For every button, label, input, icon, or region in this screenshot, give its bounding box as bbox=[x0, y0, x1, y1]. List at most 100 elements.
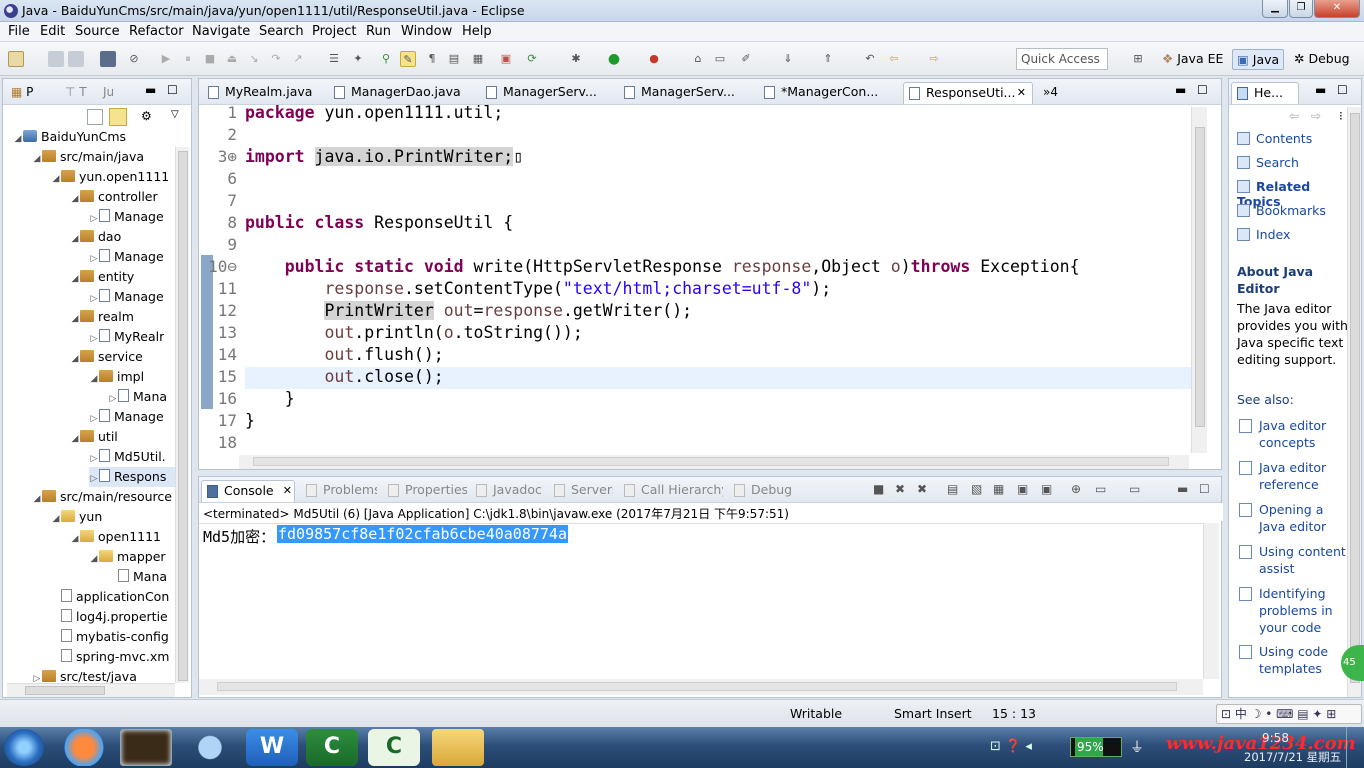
open-console-icon[interactable]: ▭ bbox=[1129, 482, 1140, 496]
code-line[interactable]: import java.io.PrintWriter;▯ bbox=[245, 147, 523, 166]
explorer-scrollbar[interactable] bbox=[175, 147, 189, 683]
code-line[interactable]: public class ResponseUtil { bbox=[245, 213, 513, 232]
bottom-tab[interactable]: Javadoc bbox=[471, 480, 543, 502]
help-nav-item[interactable]: Index bbox=[1237, 227, 1290, 245]
tree-expander-icon[interactable]: ▷ bbox=[89, 409, 99, 427]
help-link[interactable]: Identifying problems in your code bbox=[1259, 585, 1349, 636]
ime-toolbar[interactable]: ⊡ 中 ☽ • ⌨ ▤ ✦ ⊞ bbox=[1216, 704, 1362, 724]
pin-console-icon[interactable]: ⊕ bbox=[1071, 482, 1081, 496]
tree-expander-icon[interactable]: ◢ bbox=[13, 129, 23, 147]
skip-breakpoints-icon[interactable]: ⊘ bbox=[126, 51, 142, 67]
tree-expander-icon[interactable]: ▷ bbox=[89, 209, 99, 227]
suspend-icon[interactable]: ⏸ bbox=[180, 51, 196, 67]
tree-item[interactable]: ◢ open1111 bbox=[70, 527, 161, 547]
back-icon[interactable]: ⇦ bbox=[886, 51, 902, 67]
tree-item[interactable]: ◢ dao bbox=[70, 227, 122, 247]
battery-indicator[interactable]: 95% bbox=[1070, 737, 1122, 757]
quick-access-input[interactable]: Quick Access bbox=[1016, 48, 1108, 70]
code-line[interactable]: public static void write(HttpServletResp… bbox=[245, 257, 1080, 276]
console-output[interactable]: Md5加密： fd09857cf8e1f02cfab6cbe40a08774a bbox=[199, 523, 1203, 679]
perspective-java-ee[interactable]: ❖ Java EE bbox=[1158, 49, 1227, 70]
tree-item[interactable]: ◢ mapper bbox=[89, 547, 166, 567]
tree-item[interactable]: ◢ src/main/resource bbox=[32, 487, 172, 507]
toggle-mark-icon[interactable]: ☰ bbox=[326, 51, 342, 67]
minimize-button[interactable]: ▁ bbox=[1262, 0, 1288, 18]
new-icon[interactable] bbox=[8, 51, 24, 67]
refresh-icon[interactable]: ⟳ bbox=[524, 51, 540, 67]
disconnect-icon[interactable]: ⏏ bbox=[224, 51, 240, 67]
perspective-debug[interactable]: ✲ Debug bbox=[1290, 49, 1354, 70]
code-line[interactable]: } bbox=[245, 411, 255, 430]
step-return-icon[interactable]: ↗ bbox=[290, 51, 306, 67]
editor-tab[interactable]: ManagerDao.java bbox=[329, 82, 475, 104]
tree-expander-icon[interactable]: ◢ bbox=[51, 169, 61, 187]
show-whitespace-icon[interactable]: ▤ bbox=[446, 51, 462, 67]
eclipse-taskbar-icon[interactable] bbox=[120, 729, 172, 766]
tray-icons[interactable]: ⊡ ❓ ◂ bbox=[990, 739, 1032, 754]
code-line[interactable]: } bbox=[245, 389, 295, 408]
show-on-output-icon[interactable]: ▣ bbox=[1017, 482, 1028, 496]
open-folder-icon[interactable]: ▭ bbox=[712, 51, 728, 67]
tree-expander-icon[interactable]: ◢ bbox=[70, 309, 80, 327]
maximize-console-icon[interactable]: ☐ bbox=[1199, 482, 1210, 496]
tree-item[interactable]: ◢ entity bbox=[70, 267, 135, 287]
close-tab-icon[interactable]: ✕ bbox=[1017, 83, 1026, 103]
link-editor-icon[interactable] bbox=[109, 108, 127, 126]
tree-item[interactable]: ▷ Manage bbox=[89, 287, 164, 307]
collapse-all-icon[interactable] bbox=[87, 109, 103, 125]
editor-tabs-overflow[interactable]: »4 bbox=[1043, 85, 1058, 99]
tree-expander-icon[interactable]: ▷ bbox=[32, 669, 42, 683]
tree-item[interactable]: ◢ yun bbox=[51, 507, 103, 527]
tree-expander-icon[interactable]: ◢ bbox=[70, 529, 80, 547]
open-perspective-icon[interactable]: ⊞ bbox=[1130, 51, 1146, 67]
tree-item[interactable]: ◢ realm bbox=[70, 307, 134, 327]
console-hscrollbar[interactable] bbox=[199, 679, 1203, 695]
tree-item[interactable]: applicationCon bbox=[51, 587, 169, 607]
run-icon[interactable]: ● bbox=[606, 51, 622, 67]
tree-expander-icon[interactable]: ◢ bbox=[32, 489, 42, 507]
display-console-icon[interactable]: ▭ bbox=[1095, 482, 1106, 496]
forward-icon[interactable]: ⇨ bbox=[926, 51, 942, 67]
console-icon[interactable] bbox=[100, 51, 116, 67]
search-tool-icon[interactable]: ✐ bbox=[738, 51, 754, 67]
scroll-lock-icon[interactable]: ▧ bbox=[971, 482, 982, 496]
editor-tab[interactable]: ManagerServ... bbox=[619, 82, 753, 104]
pen-icon[interactable]: ✎ bbox=[400, 51, 416, 67]
tab-type-hierarchy[interactable]: ⊤ T bbox=[65, 85, 87, 99]
build-icon[interactable]: ✦ bbox=[350, 51, 366, 67]
bottom-tab[interactable]: Debug bbox=[729, 480, 793, 502]
help-link[interactable]: Java editor reference bbox=[1259, 459, 1349, 493]
menu-run[interactable]: Run bbox=[366, 24, 391, 39]
remove-all-icon[interactable]: ✖ bbox=[917, 482, 927, 496]
save-all-icon[interactable] bbox=[68, 51, 84, 67]
tree-item[interactable]: Mana bbox=[108, 567, 167, 587]
help-nav-item[interactable]: Search bbox=[1237, 155, 1299, 173]
menu-edit[interactable]: Edit bbox=[40, 24, 65, 39]
tree-item[interactable]: ▷ src/test/java bbox=[32, 667, 137, 683]
start-button[interactable] bbox=[4, 729, 44, 766]
menu-window[interactable]: Window bbox=[401, 24, 452, 39]
clear-console-icon[interactable]: ▤ bbox=[947, 482, 958, 496]
editor-tab[interactable]: ManagerServ... bbox=[481, 82, 613, 104]
code-line[interactable]: response.setContentType("text/html;chars… bbox=[245, 279, 831, 298]
tree-item[interactable]: ▷ MyRealr bbox=[89, 327, 164, 347]
tree-expander-icon[interactable]: ◢ bbox=[70, 269, 80, 287]
tree-item[interactable]: ▷ Respons bbox=[89, 467, 175, 487]
bottom-tab[interactable]: Problems bbox=[301, 480, 377, 502]
tree-item[interactable]: ▷ Mana bbox=[108, 387, 167, 407]
tree-expander-icon[interactable]: ◢ bbox=[70, 429, 80, 447]
help-forward-icon[interactable]: ⇨ bbox=[1311, 109, 1321, 123]
close-button[interactable]: ✕ bbox=[1314, 0, 1360, 18]
save-icon[interactable] bbox=[48, 51, 64, 67]
step-over-icon[interactable]: ↷ bbox=[268, 51, 284, 67]
menu-navigate[interactable]: Navigate bbox=[192, 24, 250, 39]
toggle-block-icon[interactable]: ¶ bbox=[424, 51, 440, 67]
help-nav-item[interactable]: Related Topics bbox=[1237, 179, 1349, 209]
help-link[interactable]: Java editor concepts bbox=[1259, 417, 1349, 451]
tree-expander-icon[interactable]: ▷ bbox=[108, 389, 118, 407]
terminate-console-icon[interactable]: ■ bbox=[873, 482, 884, 496]
tree-item[interactable]: ◢ yun.open1111 bbox=[51, 167, 170, 187]
tree-expander-icon[interactable]: ◢ bbox=[70, 229, 80, 247]
code-line[interactable]: out.close(); bbox=[245, 367, 443, 386]
menu-project[interactable]: Project bbox=[312, 24, 356, 39]
